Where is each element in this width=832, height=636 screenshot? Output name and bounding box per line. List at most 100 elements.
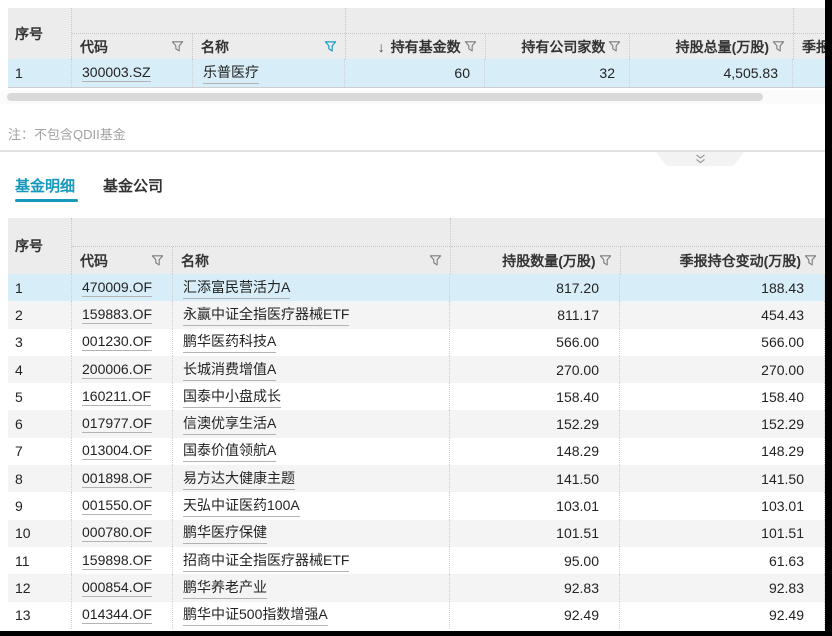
filter-icon[interactable] [608, 40, 621, 53]
fund-name-link[interactable]: 国泰价值领航A [183, 440, 276, 462]
column-header-label: 代码 [80, 37, 108, 57]
row-seq: 5 [8, 383, 72, 410]
column-header-name[interactable]: 名称 [173, 247, 450, 274]
holding-qty-cell: 811.17 [450, 301, 620, 328]
fund-code-link[interactable]: 159898.OF [82, 552, 152, 570]
holding-qty-cell: 103.01 [450, 492, 620, 519]
quarter-change-cell: 454.43 [620, 301, 825, 328]
table-row[interactable]: 12 000854.OF 鹏华养老产业 92.83 92.83 [8, 574, 825, 601]
row-seq: 1 [8, 274, 72, 301]
fund-name-cell: 国泰价值领航A [173, 438, 450, 465]
fund-name-cell: 汇添富民营活力A [173, 274, 450, 301]
fund-name-link[interactable]: 永赢中证全指医疗器械ETF [183, 304, 349, 326]
fund-code-cell: 000780.OF [72, 520, 173, 547]
column-header-total-shares[interactable]: 持股总量(万股) [630, 34, 793, 59]
fund-count-cell: 60 [345, 59, 485, 87]
row-seq: 2 [8, 301, 72, 328]
fund-name-link[interactable]: 信澳优享生活A [183, 413, 276, 435]
fund-name-link[interactable]: 招商中证全指医疗器械ETF [183, 550, 349, 572]
table-row[interactable]: 11 159898.OF 招商中证全指医疗器械ETF 95.00 61.63 [8, 547, 825, 574]
header-group-spacer [72, 8, 345, 34]
holding-qty-cell: 148.29 [450, 438, 620, 465]
column-header-label: 持股总量(万股) [676, 37, 769, 57]
table-row[interactable]: 8 001898.OF 易方达大健康主题 141.50 141.50 [8, 465, 825, 492]
fund-name-link[interactable]: 国泰中小盘成长 [183, 386, 281, 408]
column-header-seq[interactable]: 序号 [8, 218, 72, 274]
filter-icon[interactable] [804, 254, 817, 267]
filter-icon[interactable] [429, 254, 442, 267]
table-row[interactable]: 9 001550.OF 天弘中证医药100A 103.01 103.01 [8, 492, 825, 519]
fund-name-link[interactable]: 汇添富民营活力A [183, 277, 290, 299]
column-header-chg[interactable]: 季报持仓变动(万股) [621, 247, 825, 274]
fund-name-link[interactable]: 鹏华中证500指数增强A [183, 604, 328, 626]
quarter-change-cell: 92.49 [620, 602, 825, 629]
fund-code-link[interactable]: 160211.OF [82, 388, 151, 406]
filter-icon[interactable] [464, 40, 477, 53]
table-row[interactable]: 1 470009.OF 汇添富民营活力A 817.20 188.43 [8, 274, 825, 301]
collapse-panel-button[interactable] [656, 152, 744, 166]
column-header-name[interactable]: 名称 [193, 34, 345, 59]
table-row[interactable]: 7 013004.OF 国泰价值领航A 148.29 148.29 [8, 438, 825, 465]
fund-code-cell: 159898.OF [72, 547, 173, 574]
fund-code-cell: 470009.OF [72, 274, 173, 301]
row-seq: 13 [8, 602, 72, 629]
column-header-label: 名称 [201, 37, 229, 57]
filter-icon[interactable] [772, 40, 785, 53]
horizontal-scrollbar[interactable] [0, 90, 832, 104]
fund-code-link[interactable]: 001550.OF [82, 497, 152, 515]
stock-table-header: 序号 代码 名称 ↓ [8, 8, 832, 59]
column-header-fund-count[interactable]: ↓ 持有基金数 [346, 34, 486, 59]
table-row[interactable]: 5 160211.OF 国泰中小盘成长 158.40 158.40 [8, 383, 825, 410]
table-row[interactable]: 3 001230.OF 鹏华医药科技A 566.00 566.00 [8, 329, 825, 356]
table-row[interactable]: 6 017977.OF 信澳优享生活A 152.29 152.29 [8, 410, 825, 437]
fund-name-cell: 鹏华医药科技A [173, 329, 450, 356]
filter-icon[interactable] [151, 254, 164, 267]
fund-name-cell: 国泰中小盘成长 [173, 383, 450, 410]
filter-icon[interactable] [599, 254, 612, 267]
fund-code-link[interactable]: 000780.OF [82, 524, 152, 542]
column-header-qty[interactable]: 持股数量(万股) [451, 247, 621, 274]
fund-code-link[interactable]: 001230.OF [82, 333, 152, 351]
fund-name-link[interactable]: 长城消费增值A [183, 359, 276, 381]
tab-fund-companies[interactable]: 基金公司 [103, 175, 163, 196]
column-header-code[interactable]: 代码 [72, 247, 173, 274]
fund-details-table: 序号 代码 名称 持股数量(万股) [8, 218, 825, 629]
holding-qty-cell: 92.83 [450, 574, 620, 601]
fund-code-link[interactable]: 470009.OF [82, 279, 152, 297]
fund-code-link[interactable]: 001898.OF [82, 470, 152, 488]
table-row[interactable]: 1 300003.SZ 乐普医疗 60 32 4,505.83 [8, 59, 832, 88]
scrollbar-thumb[interactable] [7, 93, 763, 101]
filter-icon[interactable] [171, 40, 184, 53]
sort-desc-icon: ↓ [378, 39, 385, 55]
fund-code-link[interactable]: 200006.OF [82, 361, 152, 379]
fund-name-cell: 长城消费增值A [173, 356, 450, 383]
quarter-change-cell: 101.51 [620, 520, 825, 547]
fund-code-link[interactable]: 017977.OF [82, 415, 152, 433]
fund-name-link[interactable]: 易方达大健康主题 [183, 468, 295, 490]
fund-code-link[interactable]: 014344.OF [82, 606, 152, 624]
filter-icon-active[interactable] [324, 40, 337, 53]
fund-code-link[interactable]: 000854.OF [82, 579, 152, 597]
fund-code-cell: 159883.OF [72, 301, 173, 328]
fund-name-link[interactable]: 鹏华养老产业 [183, 577, 267, 599]
fund-name-link[interactable]: 天弘中证医药100A [183, 495, 300, 517]
fund-code-link[interactable]: 013004.OF [82, 442, 152, 460]
fund-name-cell: 永赢中证全指医疗器械ETF [173, 301, 450, 328]
fund-name-link[interactable]: 鹏华医疗保健 [183, 522, 267, 544]
table-row[interactable]: 4 200006.OF 长城消费增值A 270.00 270.00 [8, 356, 825, 383]
stock-name-link[interactable]: 乐普医疗 [203, 62, 259, 84]
table-row[interactable]: 2 159883.OF 永赢中证全指医疗器械ETF 811.17 454.43 [8, 301, 825, 328]
fund-code-link[interactable]: 159883.OF [82, 306, 152, 324]
table-row[interactable]: 10 000780.OF 鹏华医疗保健 101.51 101.51 [8, 520, 825, 547]
column-header-company-count[interactable]: 持有公司家数 [486, 34, 631, 59]
column-header-code[interactable]: 代码 [72, 34, 193, 59]
fund-code-cell: 001550.OF [72, 492, 173, 519]
fund-name-link[interactable]: 鹏华医药科技A [183, 331, 276, 353]
row-seq: 3 [8, 329, 72, 356]
table-row[interactable]: 13 014344.OF 鹏华中证500指数增强A 92.49 92.49 [8, 602, 825, 629]
column-header-seq[interactable]: 序号 [8, 8, 72, 59]
tab-fund-details[interactable]: 基金明细 [15, 175, 75, 196]
stock-code-link[interactable]: 300003.SZ [82, 64, 151, 82]
column-header-label: 持有公司家数 [521, 37, 605, 57]
fund-code-cell: 014344.OF [72, 602, 173, 629]
